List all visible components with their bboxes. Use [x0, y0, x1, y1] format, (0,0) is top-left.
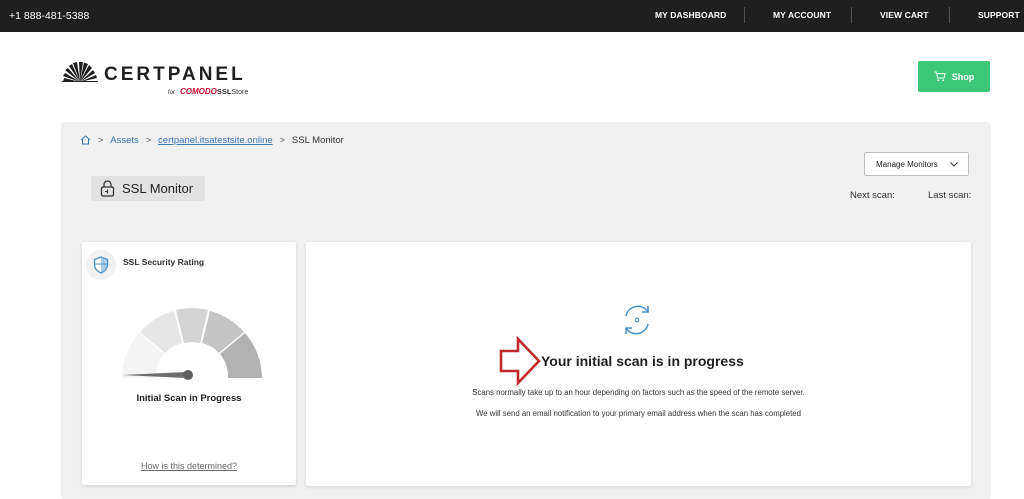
email-notification-note: We will send an email notification to yo… [476, 409, 801, 418]
logo-subtitle: for COMODOSSLStore [168, 87, 248, 96]
logo-ssl: SSL [216, 87, 232, 96]
breadcrumb-current: SSL Monitor [291, 134, 344, 146]
nav-my-dashboard[interactable]: MY DASHBOARD [655, 10, 726, 20]
certpanel-logo[interactable]: CERTPANEL for COMODOSSLStore [62, 58, 272, 98]
chevron-right-icon: > [279, 135, 285, 145]
ssl-rating-card: SSL Security Rating Initial Scan in Prog… [82, 242, 296, 485]
nav-view-cart[interactable]: VIEW CART [880, 10, 929, 20]
top-bar: +1 888-481-5388 MY DASHBOARD MY ACCOUNT … [0, 0, 1024, 32]
rating-gauge [122, 308, 262, 380]
chevron-down-icon [949, 161, 958, 167]
scan-progress-heading: Your initial scan is in progress [541, 353, 744, 369]
next-scan-label: Next scan: [850, 190, 895, 201]
nav-support[interactable]: SUPPORT [978, 10, 1020, 20]
sunburst-logo-icon [62, 62, 98, 82]
logo-comodo: COMODO [180, 87, 217, 96]
rating-status: Initial Scan in Progress [136, 393, 242, 404]
nav-divider [949, 7, 950, 23]
logo-store: Store [231, 89, 249, 96]
lock-icon [100, 180, 115, 197]
logo-wordmark: CERTPANEL [104, 64, 246, 85]
page-title-text: SSL Monitor [122, 181, 194, 196]
logo-for: for [168, 90, 176, 96]
shop-button[interactable]: Shop [918, 61, 990, 92]
how-determined-link[interactable]: How is this determined? [82, 461, 296, 471]
home-icon[interactable] [80, 135, 91, 145]
shield-icon-badge [86, 250, 116, 280]
chevron-right-icon: > [145, 135, 152, 145]
nav-divider [851, 7, 852, 23]
phone-number[interactable]: +1 888-481-5388 [9, 10, 89, 22]
chevron-right-icon: > [98, 135, 104, 145]
nav-my-account[interactable]: MY ACCOUNT [773, 10, 831, 20]
scan-duration-note: Scans normally take up to an hour depend… [472, 388, 805, 397]
breadcrumb-domain[interactable]: certpanel.itsatestsite.online [158, 135, 273, 146]
rating-card-title: SSL Security Rating [123, 257, 205, 267]
page-title: SSL Monitor [91, 176, 205, 201]
nav-divider [744, 7, 745, 23]
sync-icon [625, 305, 649, 335]
cart-icon [934, 71, 946, 82]
shop-button-label: Shop [951, 71, 975, 82]
manage-monitors-dropdown[interactable]: Manage Monitors [864, 152, 969, 176]
shield-icon [93, 256, 109, 274]
breadcrumb-assets[interactable]: Assets [110, 135, 139, 146]
scan-progress-card: Your initial scan is in progress Scans n… [306, 242, 971, 486]
last-scan-label: Last scan: [928, 190, 972, 201]
manage-monitors-label: Manage Monitors [876, 159, 938, 169]
breadcrumb: > Assets > certpanel.itsatestsite.online… [80, 134, 344, 146]
